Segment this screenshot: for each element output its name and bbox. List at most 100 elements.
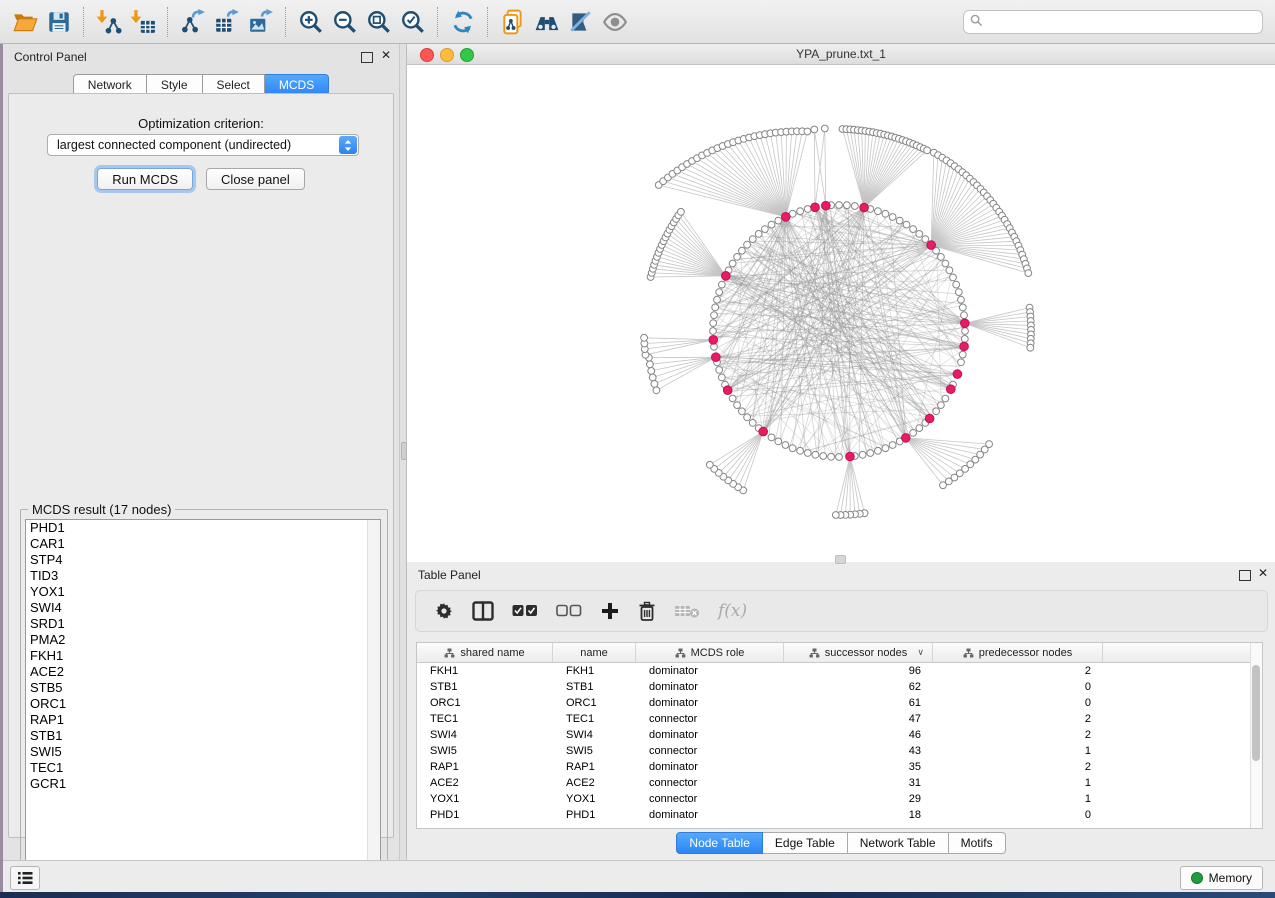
table-row[interactable]: RAP1RAP1dominator352 — [417, 759, 1262, 775]
mcds-result-node[interactable]: STP4 — [26, 552, 380, 568]
graph-mcds-node[interactable] — [927, 241, 936, 250]
mcds-result-node[interactable]: STB1 — [26, 728, 380, 744]
graph-mcds-node[interactable] — [902, 434, 911, 443]
graph-node[interactable] — [710, 328, 717, 335]
graph-node[interactable] — [734, 402, 741, 409]
splitter-handle[interactable] — [401, 442, 407, 460]
graph-node[interactable] — [955, 289, 962, 296]
table-row[interactable]: SWI5SWI5connector431 — [417, 743, 1262, 759]
hide-graphics-details-button[interactable] — [564, 6, 598, 38]
mcds-result-node[interactable]: PMA2 — [26, 632, 380, 648]
graph-node[interactable] — [804, 206, 811, 213]
graph-node[interactable] — [942, 260, 949, 267]
graph-mcds-node[interactable] — [722, 272, 731, 281]
mcds-result-node[interactable]: SWI5 — [26, 744, 380, 760]
float-window-icon[interactable] — [361, 52, 373, 63]
graph-node[interactable] — [749, 420, 756, 427]
graph-node[interactable] — [950, 274, 957, 281]
table-row[interactable]: FKH1FKH1dominator962 — [417, 663, 1262, 679]
graph-mcds-node[interactable] — [846, 452, 855, 461]
network-graph-canvas[interactable] — [407, 65, 1274, 561]
graph-node[interactable] — [942, 395, 949, 402]
graph-mcds-node[interactable] — [860, 203, 869, 212]
graph-node[interactable] — [851, 203, 858, 210]
table-row[interactable]: STB1STB1dominator620 — [417, 679, 1262, 695]
graph-leaf-node[interactable] — [832, 512, 839, 519]
graph-node[interactable] — [775, 217, 782, 224]
mcds-result-node[interactable]: PHD1 — [26, 520, 380, 536]
import-network-button[interactable] — [92, 6, 126, 38]
table-row[interactable]: PHD1PHD1dominator180 — [417, 807, 1262, 823]
graph-node[interactable] — [768, 434, 775, 441]
table-scrollbar-thumb[interactable] — [1252, 665, 1260, 761]
graph-node[interactable] — [910, 226, 917, 233]
graph-node[interactable] — [958, 296, 965, 303]
open-file-button[interactable] — [8, 6, 42, 38]
graph-mcds-node[interactable] — [925, 414, 934, 423]
graph-node[interactable] — [961, 312, 968, 319]
function-builder-button[interactable]: f(x) — [718, 598, 747, 624]
graph-node[interactable] — [946, 267, 953, 274]
refresh-layout-button[interactable] — [446, 6, 480, 38]
graph-node[interactable] — [836, 454, 843, 461]
graph-node[interactable] — [962, 328, 969, 335]
create-column-button[interactable] — [600, 598, 620, 624]
save-session-button[interactable] — [42, 6, 76, 38]
graph-node[interactable] — [961, 336, 968, 343]
graph-node[interactable] — [775, 438, 782, 445]
table-scrollbar[interactable] — [1250, 643, 1262, 828]
optimization-criterion-select[interactable]: largest connected component (undirected) — [47, 134, 359, 156]
graph-node[interactable] — [804, 450, 811, 457]
graph-node[interactable] — [959, 304, 966, 311]
graph-node[interactable] — [916, 231, 923, 238]
search-network-button[interactable] — [530, 6, 564, 38]
mcds-result-node[interactable]: ORC1 — [26, 696, 380, 712]
export-image-button[interactable] — [244, 6, 278, 38]
graph-node[interactable] — [938, 254, 945, 261]
column-header-name[interactable]: name — [553, 643, 636, 663]
select-all-columns-button[interactable] — [512, 598, 538, 624]
graph-mcds-node[interactable] — [709, 336, 718, 345]
graph-node[interactable] — [712, 304, 719, 311]
graph-leaf-node[interactable] — [804, 128, 811, 135]
delete-column-button[interactable] — [638, 598, 656, 624]
tab-network-table[interactable]: Network Table — [848, 832, 949, 854]
graph-node[interactable] — [729, 395, 736, 402]
import-table-button[interactable] — [126, 6, 160, 38]
zoom-fit-button[interactable] — [362, 6, 396, 38]
zoom-selected-button[interactable] — [396, 6, 430, 38]
graph-node[interactable] — [755, 231, 762, 238]
graph-node[interactable] — [734, 254, 741, 261]
graph-mcds-node[interactable] — [811, 203, 820, 212]
graph-leaf-node[interactable] — [649, 374, 656, 381]
graph-leaf-node[interactable] — [940, 482, 947, 489]
toggle-column-view-button[interactable] — [472, 598, 494, 624]
mcds-result-node[interactable]: TEC1 — [26, 760, 380, 776]
graph-leaf-node[interactable] — [678, 208, 685, 215]
deselect-all-columns-button[interactable] — [556, 598, 582, 624]
graph-mcds-node[interactable] — [953, 370, 962, 379]
task-history-button[interactable] — [10, 866, 40, 890]
graph-node[interactable] — [729, 260, 736, 267]
graph-node[interactable] — [797, 208, 804, 215]
graph-node[interactable] — [812, 451, 819, 458]
table-row[interactable]: ACE2ACE2connector311 — [417, 775, 1262, 791]
graph-node[interactable] — [938, 402, 945, 409]
run-mcds-button[interactable]: Run MCDS — [97, 168, 193, 190]
graph-leaf-node[interactable] — [706, 461, 713, 468]
search-input[interactable] — [963, 10, 1263, 34]
table-row[interactable]: YOX1YOX1connector291 — [417, 791, 1262, 807]
graph-node[interactable] — [716, 289, 723, 296]
graph-node[interactable] — [762, 226, 769, 233]
horizontal-splitter-handle[interactable] — [835, 555, 846, 564]
mcds-result-node[interactable]: STB5 — [26, 680, 380, 696]
show-graphics-details-button[interactable] — [598, 6, 632, 38]
export-network-button[interactable] — [176, 6, 210, 38]
graph-node[interactable] — [903, 221, 910, 228]
graph-node[interactable] — [789, 445, 796, 452]
graph-leaf-node[interactable] — [653, 387, 660, 394]
graph-node[interactable] — [739, 408, 746, 415]
mcds-result-list[interactable]: PHD1CAR1STP4TID3YOX1SWI4SRD1PMA2FKH1ACE2… — [25, 519, 381, 875]
graph-node[interactable] — [844, 202, 851, 209]
graph-node[interactable] — [797, 447, 804, 454]
